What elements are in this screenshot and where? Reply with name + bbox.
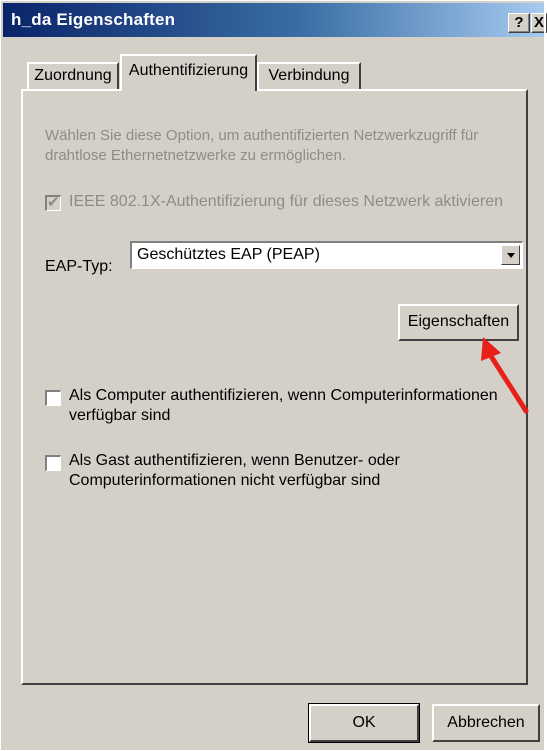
eap-type-select[interactable]: Geschütztes EAP (PEAP) <box>130 241 523 269</box>
ieee-8021x-checkbox[interactable]: ✔ <box>45 194 61 211</box>
computer-auth-label: Als Computer authentifizieren, wenn Comp… <box>69 387 498 424</box>
dropdown-arrow-icon[interactable] <box>501 245 520 265</box>
guest-auth-label: Als Gast authentifizieren, wenn Benutzer… <box>69 452 400 489</box>
close-button[interactable]: X <box>531 13 547 33</box>
computer-auth-checkbox[interactable] <box>45 390 61 406</box>
ieee-8021x-label: IEEE 802.1X-Authentifizierung für dieses… <box>69 193 503 210</box>
help-button[interactable]: ? <box>508 13 530 33</box>
checkmark-icon: ✔ <box>47 194 60 211</box>
description-text: Wählen Sie diese Option, um authentifizi… <box>45 127 479 164</box>
ok-button[interactable]: OK <box>308 703 420 743</box>
eap-type-value: Geschütztes EAP (PEAP) <box>137 246 320 263</box>
tab-authentifizierung[interactable]: Authentifizierung <box>120 54 257 91</box>
window-title: h_da Eigenschaften <box>11 10 176 29</box>
title-bar[interactable]: h_da Eigenschaften ? X <box>3 3 547 37</box>
tab-zuordnung[interactable]: Zuordnung <box>27 62 119 89</box>
properties-dialog: h_da Eigenschaften ? X Zuordnung Authent… <box>0 0 547 751</box>
guest-auth-checkbox[interactable] <box>45 455 61 471</box>
eap-type-label: EAP-Typ: <box>45 258 113 275</box>
cancel-button[interactable]: Abbrechen <box>432 704 540 742</box>
tab-verbindung[interactable]: Verbindung <box>257 62 361 89</box>
